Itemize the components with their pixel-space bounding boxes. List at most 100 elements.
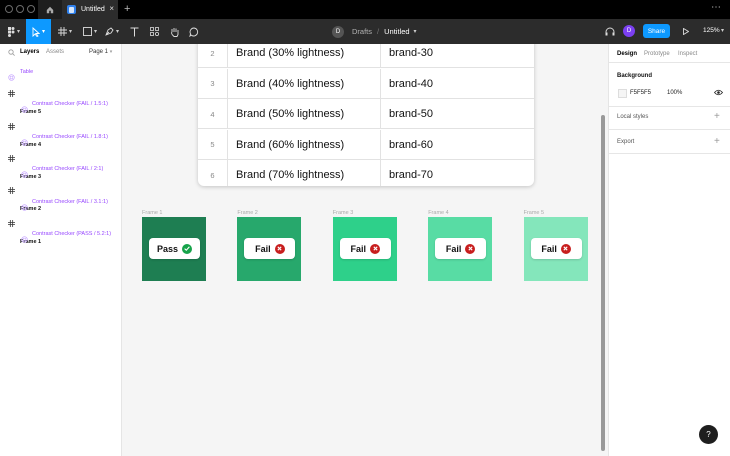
layer-label: Contrast Checker (FAIL / 1.8:1): [32, 133, 108, 140]
breadcrumb-drafts[interactable]: Drafts: [352, 27, 372, 36]
color-frame[interactable]: Fail: [428, 217, 493, 281]
table-row[interactable]: 2 Brand (30% lightness) brand-30: [198, 44, 534, 68]
divider: [609, 129, 730, 130]
resources-tool-button[interactable]: [146, 19, 162, 44]
add-style-icon[interactable]: +: [714, 112, 720, 122]
frame-label[interactable]: Frame 2: [237, 210, 257, 216]
table-row[interactable]: 3 Brand (40% lightness) brand-40: [198, 68, 534, 99]
layer-component[interactable]: Contrast Checker (PASS / 5.2:1): [0, 226, 122, 243]
add-export-icon[interactable]: +: [714, 137, 720, 147]
contrast-status: Fail: [445, 243, 462, 254]
contrast-checker-pill[interactable]: Fail: [339, 238, 391, 259]
pen-tool-button[interactable]: ▾: [102, 19, 122, 44]
present-button[interactable]: [680, 19, 692, 44]
color-frame[interactable]: Pass: [142, 217, 206, 281]
table-row[interactable]: 4 Brand (50% lightness) brand-50: [198, 99, 534, 130]
chevron-down-icon[interactable]: ▾: [721, 27, 724, 34]
tab-prototype[interactable]: Prototype: [644, 51, 670, 57]
frame-tool-button[interactable]: ▾: [55, 19, 75, 44]
color-frame[interactable]: Fail: [523, 217, 588, 281]
zoom-level[interactable]: 125%: [703, 27, 720, 34]
move-tool-button[interactable]: ▾: [26, 19, 51, 44]
contrast-checker-pill[interactable]: Fail: [244, 238, 296, 259]
text-tool-button[interactable]: [126, 19, 142, 44]
toolbar: ▾ ▾ ▾ ▾ ▾ D Drafts / Untitled ▾ D Share …: [0, 19, 730, 44]
share-button[interactable]: Share: [643, 24, 670, 38]
component-instance-icon: [21, 230, 28, 248]
search-icon[interactable]: [8, 49, 15, 56]
help-button[interactable]: ?: [699, 425, 718, 444]
contrast-checker-pill[interactable]: Fail: [530, 238, 582, 259]
layer-label: Contrast Checker (PASS / 5.2:1): [32, 231, 112, 237]
chevron-down-icon: ▾: [93, 29, 97, 35]
color-frame[interactable]: Fail: [237, 217, 302, 281]
tab-design[interactable]: Design: [617, 51, 637, 57]
frame-label[interactable]: Frame 4: [428, 210, 448, 216]
team-avatar[interactable]: D: [332, 25, 344, 38]
row-number: 6: [198, 160, 228, 186]
play-icon: [683, 28, 689, 35]
file-name[interactable]: Untitled: [384, 27, 409, 36]
column-divider: [380, 129, 381, 160]
close-icon: [274, 243, 285, 254]
layer-component[interactable]: Contrast Checker (FAIL / 3.1:1): [0, 194, 122, 211]
hand-tool-button[interactable]: [166, 19, 182, 44]
token-cell: brand-60: [389, 138, 434, 151]
column-divider: [380, 160, 381, 186]
main-menu-button[interactable]: ▾: [4, 19, 24, 44]
maximize-window-icon[interactable]: [27, 5, 35, 13]
layer-component[interactable]: Contrast Checker (FAIL / 1.8:1): [0, 129, 122, 146]
audio-button[interactable]: [603, 19, 617, 44]
eye-icon[interactable]: [714, 89, 723, 96]
column-divider: [380, 99, 381, 130]
chevron-down-icon[interactable]: ▾: [414, 28, 417, 35]
divider: [609, 106, 730, 107]
user-avatar[interactable]: D: [623, 25, 635, 37]
contrast-status: Fail: [350, 243, 367, 254]
layers-panel: Layers Assets Page 1 ▾ Table Frame 5 Contr…: [0, 44, 122, 456]
contrast-checker-pill[interactable]: Pass: [149, 238, 200, 259]
table-row[interactable]: 5 Brand (60% lightness) brand-60: [198, 129, 534, 160]
layer-component[interactable]: Contrast Checker (FAIL / 2:1): [0, 161, 122, 178]
color-frame[interactable]: Fail: [332, 217, 397, 281]
vertical-scrollbar[interactable]: [601, 115, 605, 451]
chevron-down-icon: ▾: [115, 29, 119, 35]
frame-label[interactable]: Frame 5: [524, 210, 544, 216]
minimize-window-icon[interactable]: [16, 5, 24, 13]
frame-label[interactable]: Frame 1: [142, 210, 162, 216]
row-number: 4: [198, 99, 228, 130]
close-window-icon[interactable]: [5, 5, 13, 13]
table-row[interactable]: 6 Brand (70% lightness) brand-70: [198, 160, 534, 186]
frame-hash-icon: [57, 27, 67, 36]
layer-table[interactable]: Table: [0, 64, 122, 81]
background-opacity[interactable]: 100%: [667, 90, 682, 96]
background-color-swatch[interactable]: [618, 89, 627, 98]
breadcrumb-separator: /: [377, 27, 380, 36]
background-hex[interactable]: F5F5F5: [630, 90, 651, 96]
file-tab[interactable]: Untitled ×: [62, 0, 118, 19]
new-tab-icon[interactable]: +: [124, 3, 130, 15]
layer-component[interactable]: Contrast Checker (FAIL / 1.5:1): [0, 96, 122, 114]
tab-close-icon[interactable]: ×: [109, 4, 114, 14]
tab-layers[interactable]: Layers: [20, 49, 39, 55]
tab-inspect[interactable]: Inspect: [678, 51, 697, 57]
divider: [609, 153, 730, 154]
column-divider: [380, 44, 381, 68]
home-button[interactable]: [38, 0, 62, 19]
figma-file-icon: [67, 5, 76, 14]
color-name-cell: Brand (40% lightness): [236, 77, 345, 90]
more-menu-icon[interactable]: ⋯: [711, 2, 722, 14]
comment-tool-button[interactable]: [186, 19, 202, 44]
chevron-down-icon: ▾: [41, 29, 45, 35]
canvas[interactable]: 2 Brand (30% lightness) brand-30 3 Brand (40…: [122, 44, 608, 456]
page-selector[interactable]: Page 1 ▾: [89, 49, 112, 55]
row-number: 3: [198, 68, 228, 99]
headphones-icon: [605, 27, 615, 36]
frame-label[interactable]: Frame 3: [333, 210, 353, 216]
home-icon: [46, 6, 54, 13]
shape-tool-button[interactable]: ▾: [79, 19, 101, 44]
brand-table[interactable]: 2 Brand (30% lightness) brand-30 3 Brand (40…: [198, 44, 534, 186]
tab-assets[interactable]: Assets: [46, 49, 64, 55]
contrast-checker-pill[interactable]: Fail: [435, 238, 487, 259]
tab-title: Untitled: [81, 6, 105, 13]
